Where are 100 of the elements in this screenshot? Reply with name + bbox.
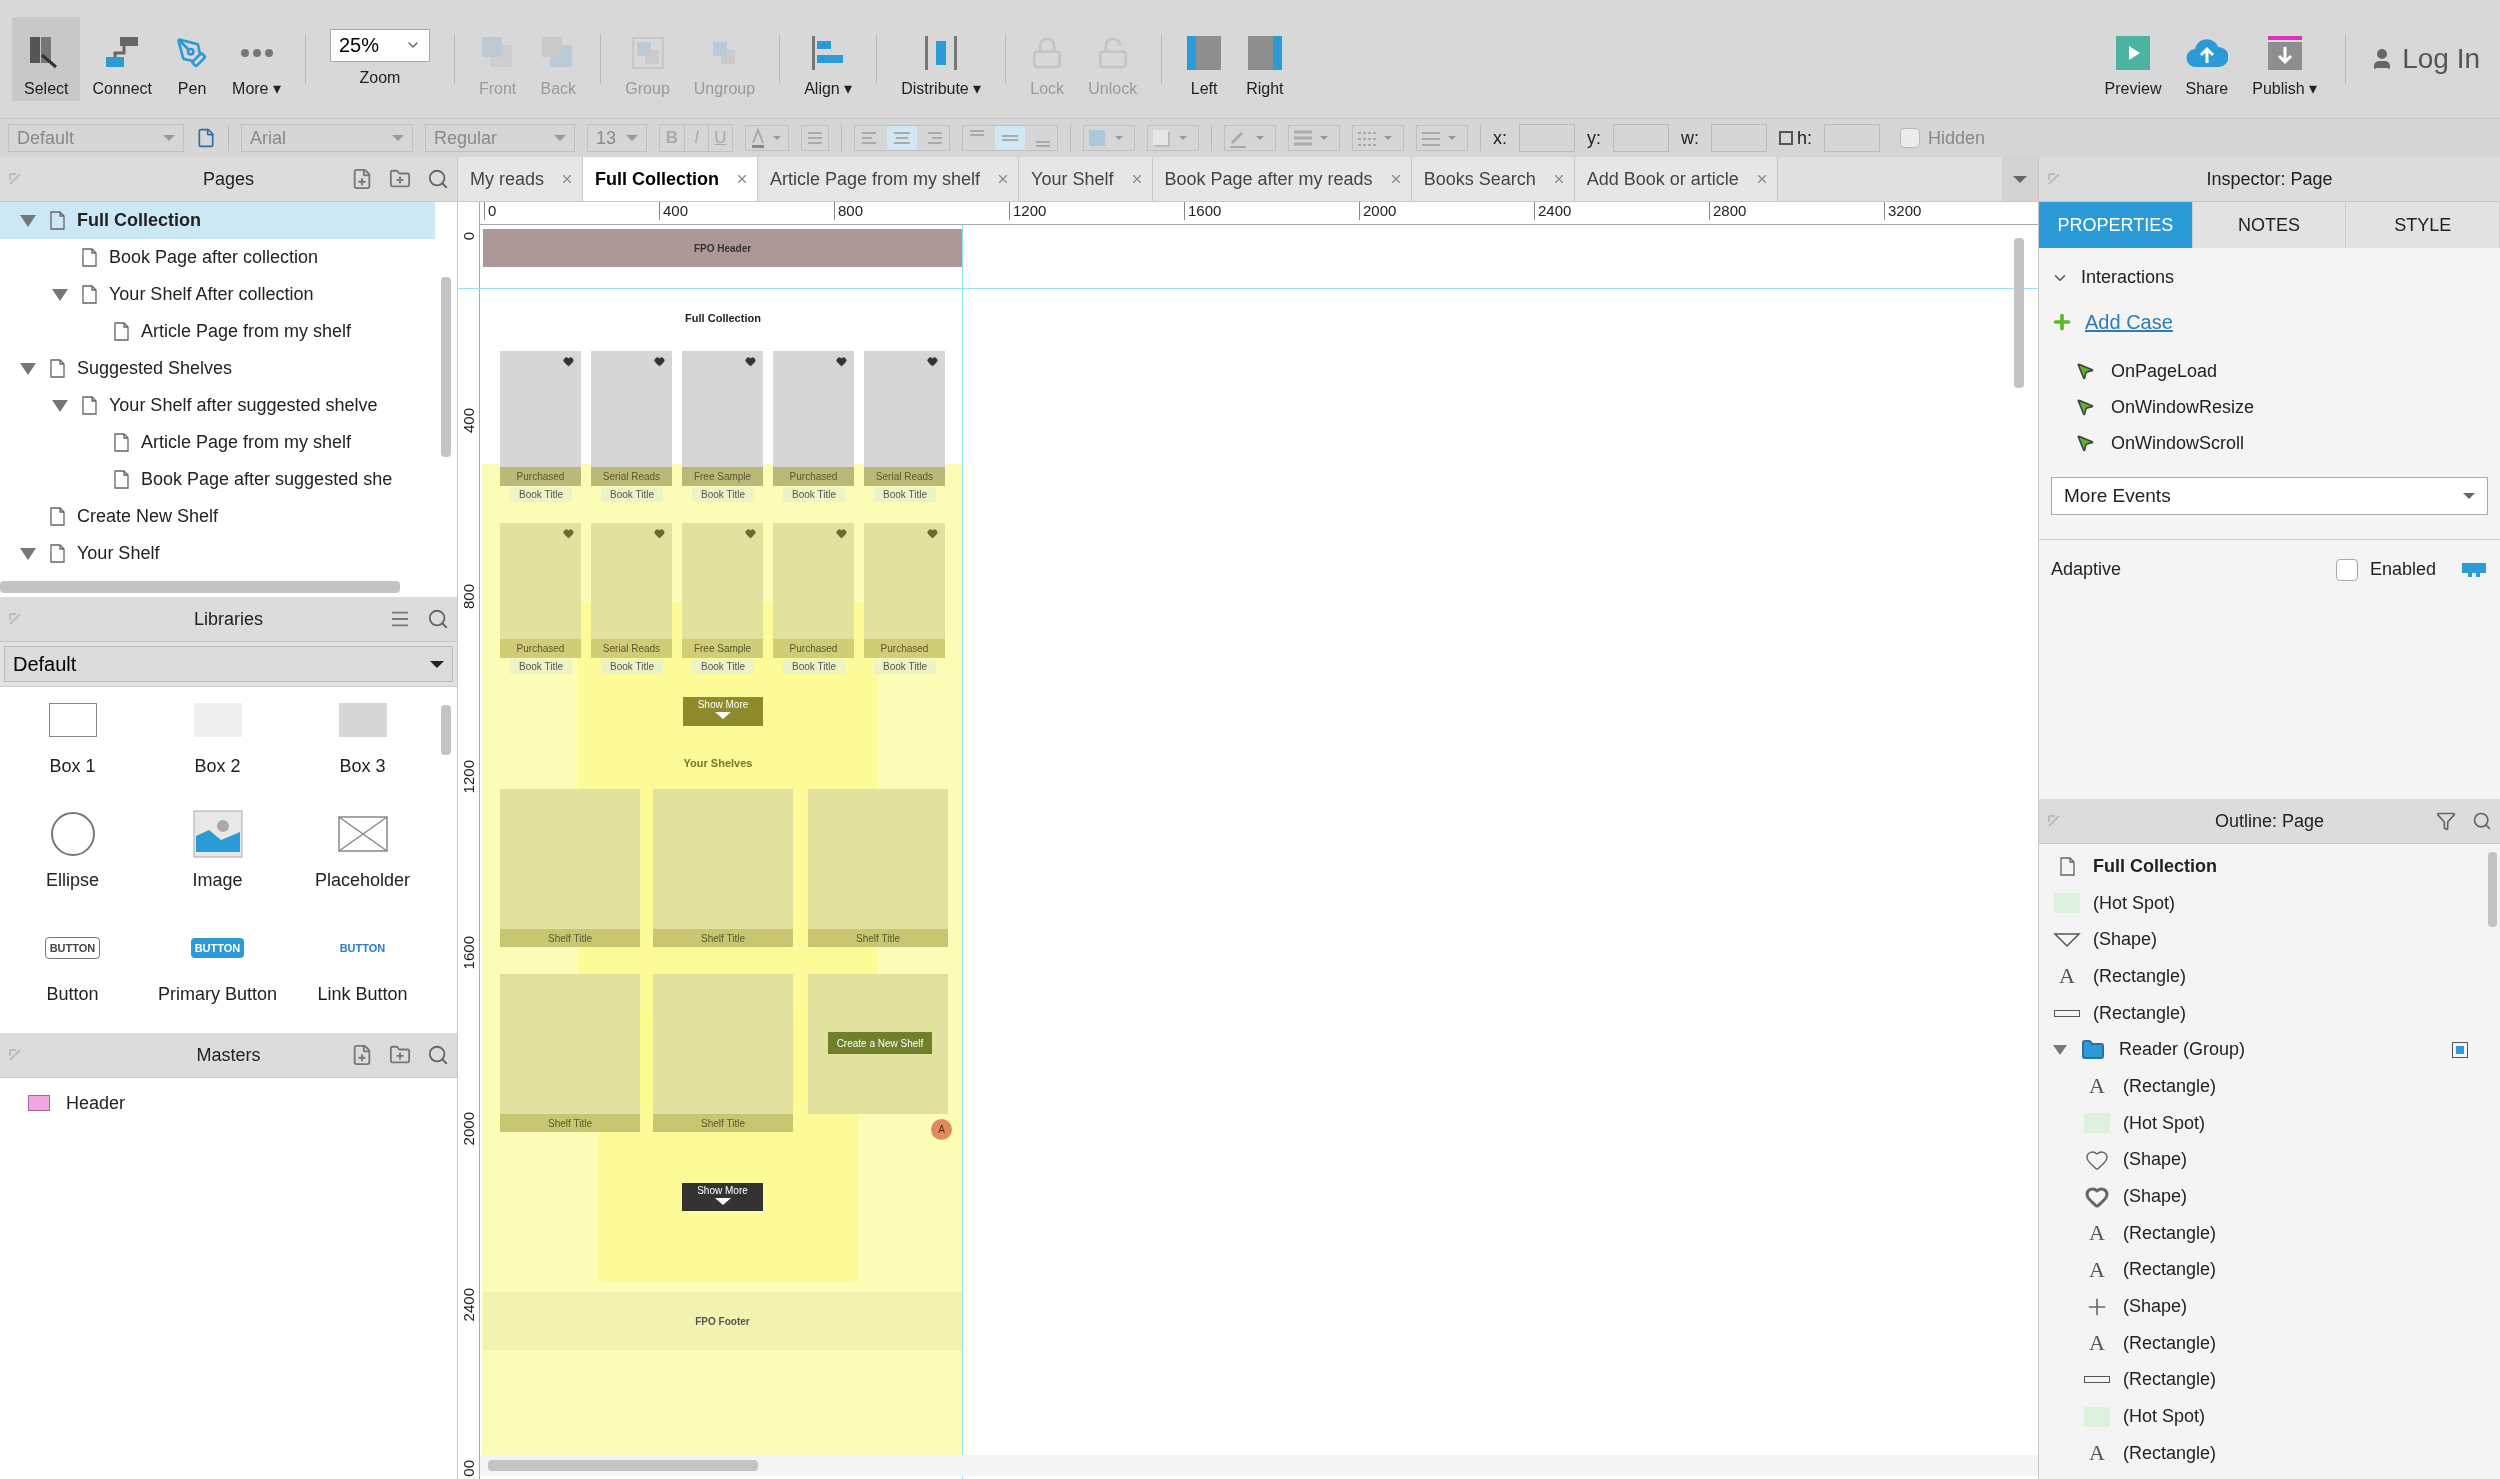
- position-field[interactable]: [1824, 124, 1881, 152]
- create-shelf-button[interactable]: Create a New Shelf: [828, 1032, 932, 1054]
- arrow-style-icon[interactable]: [1416, 125, 1468, 151]
- toolbar-button[interactable]: Share: [2173, 17, 2241, 101]
- document-tab[interactable]: Add Book or article: [1574, 157, 1778, 201]
- scrollbar-thumb[interactable]: [488, 1460, 758, 1471]
- login-button[interactable]: Log In: [2362, 38, 2488, 80]
- filter-icon[interactable]: [2436, 811, 2456, 831]
- zoom-field[interactable]: 25%: [329, 28, 430, 62]
- heart-icon[interactable]: [563, 356, 574, 367]
- add-folder-icon[interactable]: [389, 1044, 411, 1066]
- heart-icon[interactable]: [927, 356, 938, 367]
- style-edit-icon[interactable]: [196, 128, 216, 148]
- add-page-icon[interactable]: [351, 168, 373, 190]
- expand-arrow-icon[interactable]: [2053, 1044, 2067, 1055]
- add-folder-icon[interactable]: [389, 168, 411, 190]
- page-tree-item[interactable]: Book Page after collection: [0, 239, 435, 276]
- toolbar-button[interactable]: More ▾: [220, 17, 293, 101]
- library-item-label[interactable]: Primary Button: [157, 981, 277, 1008]
- document-tab[interactable]: Article Page from my shelf: [758, 157, 1020, 201]
- enabled-checkbox[interactable]: [2335, 558, 2358, 581]
- outline-item[interactable]: (Shape): [2039, 921, 2484, 959]
- page-tree-item[interactable]: Suggested Shelves: [0, 350, 435, 387]
- line-weight-icon[interactable]: [1288, 125, 1340, 151]
- toolbar-button[interactable]: Align ▾: [792, 17, 865, 101]
- search-icon[interactable]: [2472, 811, 2492, 831]
- select-group-icon[interactable]: [2452, 1041, 2468, 1058]
- scrollbar-thumb[interactable]: [2487, 852, 2497, 927]
- page-tree-item[interactable]: Your Shelf: [0, 535, 435, 572]
- tab-menu-button[interactable]: [2002, 157, 2038, 201]
- event-item[interactable]: OnWindowScroll: [2111, 429, 2245, 457]
- expand-arrow-icon[interactable]: [20, 362, 36, 375]
- page-tree-item[interactable]: Your Shelf After collection: [0, 276, 435, 313]
- toolbar-button[interactable]: Pen: [164, 17, 221, 101]
- expand-arrow-icon[interactable]: [20, 547, 36, 560]
- outline-item[interactable]: (Rectangle): [2039, 994, 2484, 1032]
- toolbar-button[interactable]: Publish ▾: [2240, 17, 2330, 101]
- outline-item[interactable]: A (Rectangle): [2039, 1068, 2484, 1105]
- lock-ratio-icon[interactable]: [1779, 131, 1794, 145]
- inspector-tab[interactable]: NOTES: [2192, 202, 2347, 248]
- document-tab[interactable]: My reads: [458, 157, 584, 201]
- toolbar-button[interactable]: Right: [1234, 17, 1296, 101]
- toolbar-button[interactable]: Connect: [80, 17, 165, 101]
- scrollbar-thumb[interactable]: [441, 277, 451, 457]
- position-field[interactable]: [1613, 124, 1670, 152]
- outline-item[interactable]: (Hot Spot): [2039, 884, 2484, 922]
- heart-icon[interactable]: [836, 528, 847, 539]
- toolbar-button[interactable]: Select: [12, 17, 81, 101]
- toolbar-button[interactable]: Left: [1174, 17, 1235, 101]
- inspector-tab[interactable]: STYLE: [2346, 202, 2500, 248]
- scrollbar-thumb[interactable]: [0, 581, 400, 593]
- font-color-icon[interactable]: [745, 125, 789, 151]
- page-tree-item[interactable]: Article Page from my shelf: [0, 424, 435, 461]
- devices-icon[interactable]: [2460, 560, 2488, 579]
- outline-item[interactable]: (Rectangle): [2039, 1361, 2484, 1399]
- text-align-icon[interactable]: [854, 125, 950, 151]
- page-tree-item[interactable]: Create New Shelf: [0, 498, 435, 535]
- master-item[interactable]: Header: [66, 1089, 126, 1117]
- hidden-checkbox[interactable]: [1900, 128, 1921, 148]
- show-more-button[interactable]: Show More: [682, 1183, 763, 1211]
- page-tree-item[interactable]: Full Collection: [0, 202, 435, 239]
- heart-icon[interactable]: [836, 356, 847, 367]
- page-tree-item[interactable]: Article Page from my shelf: [0, 313, 435, 350]
- event-item[interactable]: OnPageLoad: [2111, 357, 2218, 385]
- document-tab[interactable]: Full Collection: [583, 157, 759, 201]
- library-item-label[interactable]: Image: [192, 867, 243, 894]
- outline-item[interactable]: Full Collection: [2039, 848, 2484, 885]
- expand-arrow-icon[interactable]: [20, 214, 36, 227]
- document-tab[interactable]: Books Search: [1411, 157, 1575, 201]
- heart-icon[interactable]: [563, 528, 574, 539]
- border-color-icon[interactable]: [1224, 125, 1276, 151]
- show-more-button[interactable]: Show More: [683, 697, 763, 726]
- library-item-label[interactable]: Box 3: [339, 753, 386, 780]
- search-icon[interactable]: [427, 1044, 449, 1066]
- heart-icon[interactable]: [745, 528, 756, 539]
- outline-item[interactable]: A (Rectangle): [2039, 1214, 2484, 1252]
- heart-icon[interactable]: [654, 356, 665, 367]
- outline-item[interactable]: A (Rectangle): [2039, 1324, 2484, 1362]
- document-tab[interactable]: Your Shelf: [1019, 157, 1153, 201]
- library-item-label[interactable]: Link Button: [317, 981, 408, 1008]
- outline-item[interactable]: (Shape): [2039, 1288, 2484, 1325]
- search-icon[interactable]: [427, 608, 449, 630]
- outline-item[interactable]: (Shape): [2039, 1141, 2484, 1179]
- scrollbar-thumb[interactable]: [2014, 238, 2024, 388]
- library-item-label[interactable]: Placeholder: [314, 867, 411, 894]
- toolbar-button[interactable]: Distribute ▾: [889, 17, 994, 101]
- add-case-link[interactable]: Add Case: [2085, 307, 2173, 337]
- page-tree-item[interactable]: Your Shelf after suggested shelve: [0, 387, 435, 424]
- add-master-icon[interactable]: [351, 1044, 373, 1066]
- search-icon[interactable]: [427, 168, 449, 190]
- expand-arrow-icon[interactable]: [52, 399, 68, 412]
- vertical-align-icon[interactable]: [962, 125, 1058, 151]
- more-events-dropdown[interactable]: More Events: [2051, 477, 2488, 515]
- heart-icon[interactable]: [654, 528, 665, 539]
- page-tree-item[interactable]: Book Page after suggested she: [0, 461, 435, 498]
- toolbar-button[interactable]: Preview: [2092, 17, 2174, 101]
- shadow-icon[interactable]: [1147, 125, 1199, 151]
- outline-item[interactable]: A (Rectangle): [2039, 1435, 2484, 1472]
- library-item-label[interactable]: Button: [46, 981, 99, 1008]
- document-tab[interactable]: Book Page after my reads: [1152, 157, 1412, 201]
